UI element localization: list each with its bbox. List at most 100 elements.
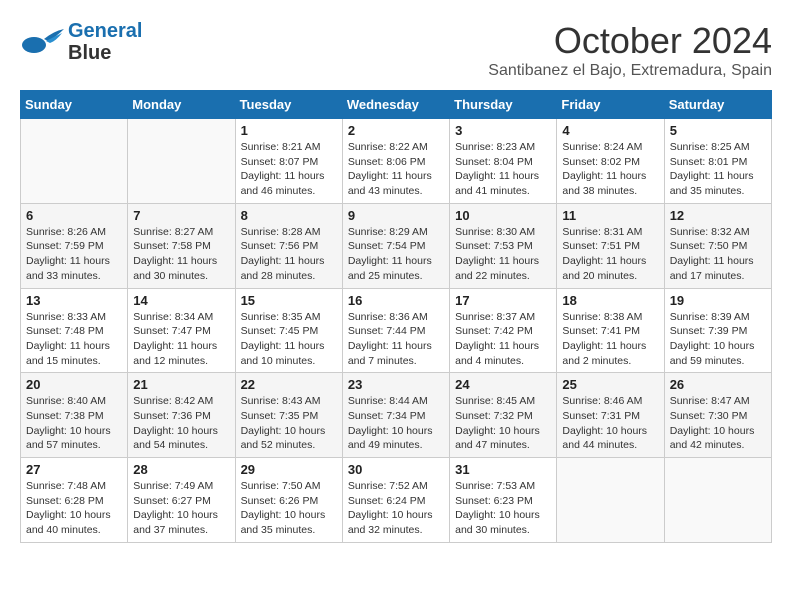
day-info: Sunrise: 8:38 AM Sunset: 7:41 PM Dayligh…	[562, 310, 658, 369]
calendar-cell	[21, 119, 128, 204]
day-info: Sunrise: 8:33 AM Sunset: 7:48 PM Dayligh…	[26, 310, 122, 369]
day-number: 2	[348, 123, 444, 138]
day-number: 29	[241, 462, 337, 477]
day-info: Sunrise: 8:27 AM Sunset: 7:58 PM Dayligh…	[133, 225, 229, 284]
calendar-cell: 31Sunrise: 7:53 AM Sunset: 6:23 PM Dayli…	[450, 458, 557, 543]
calendar-cell	[128, 119, 235, 204]
day-number: 4	[562, 123, 658, 138]
day-info: Sunrise: 7:52 AM Sunset: 6:24 PM Dayligh…	[348, 479, 444, 538]
day-number: 17	[455, 293, 551, 308]
calendar-cell: 9Sunrise: 8:29 AM Sunset: 7:54 PM Daylig…	[342, 203, 449, 288]
calendar-week-row: 6 Sunrise: 8:26 AM Sunset: 7:59 PM Daylig…	[21, 203, 772, 288]
calendar-cell: 12 Sunrise: 8:32 AM Sunset: 7:50 PM Dayli…	[664, 203, 771, 288]
day-info: Sunrise: 8:28 AM Sunset: 7:56 PM Dayligh…	[241, 225, 337, 284]
calendar-cell: 20Sunrise: 8:40 AM Sunset: 7:38 PM Dayli…	[21, 373, 128, 458]
calendar-cell: 17Sunrise: 8:37 AM Sunset: 7:42 PM Dayli…	[450, 288, 557, 373]
day-info: Sunrise: 8:26 AM Sunset: 7:59 PM Dayligh…	[26, 225, 122, 284]
col-header-thursday: Thursday	[450, 91, 557, 119]
calendar-cell: 27 Sunrise: 7:48 AM Sunset: 6:28 PM Dayli…	[21, 458, 128, 543]
month-title: October 2024	[488, 20, 772, 62]
day-number: 26	[670, 377, 766, 392]
logo-general: General	[68, 20, 142, 42]
calendar-cell: 16Sunrise: 8:36 AM Sunset: 7:44 PM Dayli…	[342, 288, 449, 373]
day-number: 7	[133, 208, 229, 223]
day-number: 8	[241, 208, 337, 223]
day-info: Sunrise: 8:24 AM Sunset: 8:02 PM Dayligh…	[562, 140, 658, 199]
day-info: Sunrise: 8:29 AM Sunset: 7:54 PM Dayligh…	[348, 225, 444, 284]
day-number: 20	[26, 377, 122, 392]
day-number: 25	[562, 377, 658, 392]
day-number: 5	[670, 123, 766, 138]
calendar-cell: 8 Sunrise: 8:28 AM Sunset: 7:56 PM Daylig…	[235, 203, 342, 288]
calendar-cell: 25Sunrise: 8:46 AM Sunset: 7:31 PM Dayli…	[557, 373, 664, 458]
logo-icon	[20, 27, 64, 57]
day-info: Sunrise: 8:35 AM Sunset: 7:45 PM Dayligh…	[241, 310, 337, 369]
calendar-cell: 24 Sunrise: 8:45 AM Sunset: 7:32 PM Dayli…	[450, 373, 557, 458]
calendar-week-row: 20Sunrise: 8:40 AM Sunset: 7:38 PM Dayli…	[21, 373, 772, 458]
day-info: Sunrise: 8:30 AM Sunset: 7:53 PM Dayligh…	[455, 225, 551, 284]
day-number: 16	[348, 293, 444, 308]
col-header-friday: Friday	[557, 91, 664, 119]
day-number: 10	[455, 208, 551, 223]
calendar-week-row: 1 Sunrise: 8:21 AM Sunset: 8:07 PM Daylig…	[21, 119, 772, 204]
day-number: 30	[348, 462, 444, 477]
day-number: 6	[26, 208, 122, 223]
day-number: 3	[455, 123, 551, 138]
title-block: October 2024 Santibanez el Bajo, Extrema…	[488, 20, 772, 80]
logo-blue: Blue	[68, 42, 142, 64]
calendar-cell: 29Sunrise: 7:50 AM Sunset: 6:26 PM Dayli…	[235, 458, 342, 543]
calendar-cell: 21 Sunrise: 8:42 AM Sunset: 7:36 PM Dayli…	[128, 373, 235, 458]
day-info: Sunrise: 8:32 AM Sunset: 7:50 PM Dayligh…	[670, 225, 766, 284]
day-info: Sunrise: 8:21 AM Sunset: 8:07 PM Dayligh…	[241, 140, 337, 199]
col-header-saturday: Saturday	[664, 91, 771, 119]
calendar-cell: 7 Sunrise: 8:27 AM Sunset: 7:58 PM Daylig…	[128, 203, 235, 288]
day-number: 27	[26, 462, 122, 477]
calendar-cell: 10 Sunrise: 8:30 AM Sunset: 7:53 PM Dayli…	[450, 203, 557, 288]
day-number: 15	[241, 293, 337, 308]
day-number: 12	[670, 208, 766, 223]
day-info: Sunrise: 8:47 AM Sunset: 7:30 PM Dayligh…	[670, 394, 766, 453]
day-number: 21	[133, 377, 229, 392]
day-info: Sunrise: 8:31 AM Sunset: 7:51 PM Dayligh…	[562, 225, 658, 284]
col-header-sunday: Sunday	[21, 91, 128, 119]
calendar-cell: 23 Sunrise: 8:44 AM Sunset: 7:34 PM Dayli…	[342, 373, 449, 458]
day-number: 23	[348, 377, 444, 392]
day-info: Sunrise: 7:48 AM Sunset: 6:28 PM Dayligh…	[26, 479, 122, 538]
day-number: 13	[26, 293, 122, 308]
calendar-cell: 28 Sunrise: 7:49 AM Sunset: 6:27 PM Dayli…	[128, 458, 235, 543]
day-number: 11	[562, 208, 658, 223]
calendar-cell: 4 Sunrise: 8:24 AM Sunset: 8:02 PM Daylig…	[557, 119, 664, 204]
calendar-cell	[664, 458, 771, 543]
calendar-cell: 5 Sunrise: 8:25 AM Sunset: 8:01 PM Daylig…	[664, 119, 771, 204]
calendar-week-row: 13 Sunrise: 8:33 AM Sunset: 7:48 PM Dayli…	[21, 288, 772, 373]
day-number: 1	[241, 123, 337, 138]
day-info: Sunrise: 8:42 AM Sunset: 7:36 PM Dayligh…	[133, 394, 229, 453]
calendar-cell: 6 Sunrise: 8:26 AM Sunset: 7:59 PM Daylig…	[21, 203, 128, 288]
logo: General Blue	[20, 20, 142, 64]
calendar-cell: 22Sunrise: 8:43 AM Sunset: 7:35 PM Dayli…	[235, 373, 342, 458]
day-number: 31	[455, 462, 551, 477]
day-info: Sunrise: 8:43 AM Sunset: 7:35 PM Dayligh…	[241, 394, 337, 453]
calendar-cell: 14 Sunrise: 8:34 AM Sunset: 7:47 PM Dayli…	[128, 288, 235, 373]
day-info: Sunrise: 8:45 AM Sunset: 7:32 PM Dayligh…	[455, 394, 551, 453]
day-info: Sunrise: 8:44 AM Sunset: 7:34 PM Dayligh…	[348, 394, 444, 453]
calendar-cell: 1 Sunrise: 8:21 AM Sunset: 8:07 PM Daylig…	[235, 119, 342, 204]
col-header-monday: Monday	[128, 91, 235, 119]
day-info: Sunrise: 8:25 AM Sunset: 8:01 PM Dayligh…	[670, 140, 766, 199]
calendar-cell	[557, 458, 664, 543]
day-info: Sunrise: 8:22 AM Sunset: 8:06 PM Dayligh…	[348, 140, 444, 199]
day-info: Sunrise: 8:34 AM Sunset: 7:47 PM Dayligh…	[133, 310, 229, 369]
calendar-cell: 2 Sunrise: 8:22 AM Sunset: 8:06 PM Daylig…	[342, 119, 449, 204]
calendar-cell: 11 Sunrise: 8:31 AM Sunset: 7:51 PM Dayli…	[557, 203, 664, 288]
calendar-cell: 30 Sunrise: 7:52 AM Sunset: 6:24 PM Dayli…	[342, 458, 449, 543]
calendar-cell: 3 Sunrise: 8:23 AM Sunset: 8:04 PM Daylig…	[450, 119, 557, 204]
col-header-tuesday: Tuesday	[235, 91, 342, 119]
calendar-table: SundayMondayTuesdayWednesdayThursdayFrid…	[20, 90, 772, 543]
day-number: 18	[562, 293, 658, 308]
day-number: 24	[455, 377, 551, 392]
day-info: Sunrise: 7:49 AM Sunset: 6:27 PM Dayligh…	[133, 479, 229, 538]
day-info: Sunrise: 8:23 AM Sunset: 8:04 PM Dayligh…	[455, 140, 551, 199]
day-number: 28	[133, 462, 229, 477]
calendar-cell: 26 Sunrise: 8:47 AM Sunset: 7:30 PM Dayli…	[664, 373, 771, 458]
day-number: 14	[133, 293, 229, 308]
